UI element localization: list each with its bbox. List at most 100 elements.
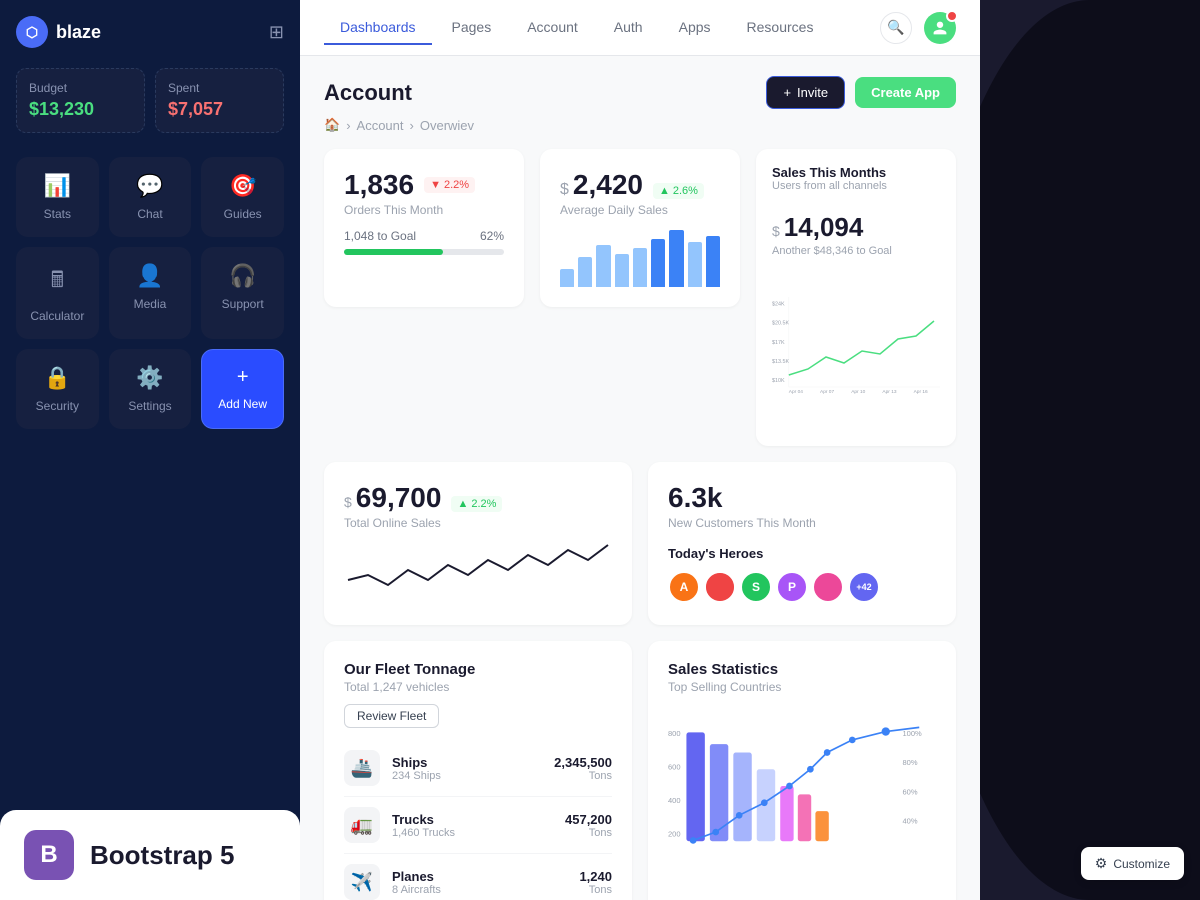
fleet-row-trucks: 🚛 Trucks 1,460 Trucks 457,200 Tons [344, 797, 612, 854]
daily-sales-prefix: $ [560, 181, 569, 199]
sidebar-item-security[interactable]: 🔒 Security [16, 349, 99, 429]
fleet-row-planes: ✈️ Planes 8 Aircrafts 1,240 Tons [344, 854, 612, 900]
svg-text:40%: 40% [903, 817, 918, 826]
svg-text:60%: 60% [903, 787, 918, 796]
page-title: Account [324, 80, 412, 106]
ships-value: 2,345,500 Tons [554, 755, 612, 782]
second-grid: $ 69,700 ▲ 2.2% Total Online Sales 6.3k [324, 462, 956, 625]
invite-button[interactable]: + Invite [766, 76, 845, 109]
svg-text:80%: 80% [903, 758, 918, 767]
sales-stats-card: Sales Statistics Top Selling Countries 8… [648, 641, 956, 900]
new-customers-card: 6.3k New Customers This Month Today's He… [648, 462, 956, 625]
sidebar-item-media-label: Media [134, 297, 167, 311]
daily-sales-chart [560, 227, 720, 287]
nav-link-pages[interactable]: Pages [436, 11, 508, 45]
sidebar-item-settings[interactable]: ⚙️ Settings [109, 349, 192, 429]
settings-icon: ⚙️ [136, 365, 163, 391]
nav-link-account[interactable]: Account [511, 11, 594, 45]
trucks-desc: 1,460 Trucks [392, 827, 455, 839]
online-sales-badge: ▲ 2.2% [451, 496, 502, 512]
ships-desc: 234 Ships [392, 770, 441, 782]
chat-icon: 💬 [136, 173, 163, 199]
hero-avatar-3: S [740, 571, 772, 603]
daily-sales-badge: ▲ 2.6% [653, 183, 704, 199]
top-nav-links: Dashboards Pages Account Auth Apps Resou… [324, 11, 829, 45]
sidebar-item-settings-label: Settings [128, 399, 171, 413]
stats-icon: 📊 [44, 173, 71, 199]
hero-avatar-more: +42 [848, 571, 880, 603]
customize-icon: ⚙ [1095, 855, 1108, 872]
breadcrumb-sep2: › [410, 118, 414, 133]
add-new-icon: + [237, 366, 249, 389]
orders-value: 1,836 [344, 169, 414, 201]
spent-value: $7,057 [168, 99, 271, 120]
svg-text:400: 400 [668, 796, 681, 805]
budget-value: $13,230 [29, 99, 132, 120]
breadcrumb-overwiev: Overwiev [420, 118, 474, 133]
orders-badge-arrow: ▼ [430, 179, 441, 191]
daily-sales-label: Average Daily Sales [560, 203, 720, 217]
trucks-name: Trucks [392, 812, 455, 827]
sidebar-item-support[interactable]: 🎧 Support [201, 247, 284, 339]
planes-value: 1,240 Tons [579, 869, 612, 896]
breadcrumb-home-icon: 🏠 [324, 117, 340, 133]
sidebar-item-guides[interactable]: 🎯 Guides [201, 157, 284, 237]
create-app-button[interactable]: Create App [855, 77, 956, 108]
svg-text:Apr 13: Apr 13 [882, 389, 896, 395]
sidebar-item-calculator[interactable]: 🖩 Calculator [16, 247, 99, 339]
sidebar-item-stats[interactable]: 📊 Stats [16, 157, 99, 237]
page-content: Account + Invite Create App 🏠 › Account … [300, 56, 980, 900]
sidebar-item-add-new[interactable]: + Add New [201, 349, 284, 429]
page-header-row: Account + Invite Create App [324, 76, 956, 109]
logo-icon: ⬡ [16, 16, 48, 48]
daily-sales-card: $ 2,420 ▲ 2.6% Average Daily Sales [540, 149, 740, 307]
logo-text: blaze [56, 22, 101, 43]
bottom-grid: Our Fleet Tonnage Total 1,247 vehicles R… [324, 641, 956, 900]
invite-plus-icon: + [783, 85, 791, 100]
heroes-title: Today's Heroes [668, 546, 936, 561]
hero-avatar-5 [812, 571, 844, 603]
sidebar-menu-icon[interactable]: ⊞ [269, 22, 284, 43]
hero-avatar-2 [704, 571, 736, 603]
hero-avatar-1: A [668, 571, 700, 603]
daily-sales-value: 2,420 [573, 169, 643, 201]
logo-area: ⬡ blaze [16, 16, 101, 48]
svg-text:$17K: $17K [772, 340, 785, 346]
review-fleet-button[interactable]: Review Fleet [344, 704, 439, 728]
page-actions: + Invite Create App [766, 76, 956, 109]
sidebar-item-chat[interactable]: 💬 Chat [109, 157, 192, 237]
trucks-value: 457,200 Tons [565, 812, 612, 839]
customize-button[interactable]: ⚙ Customize [1081, 847, 1184, 880]
nav-link-resources[interactable]: Resources [731, 11, 830, 45]
orders-badge: ▼ 2.2% [424, 177, 475, 193]
nav-link-dashboards[interactable]: Dashboards [324, 11, 432, 45]
online-sales-value: 69,700 [356, 482, 442, 514]
planes-icon: ✈️ [344, 864, 380, 900]
budget-row: Budget $13,230 Spent $7,057 [16, 68, 284, 133]
sales-stats-subtitle: Top Selling Countries [668, 680, 936, 694]
right-panel: ⚙ Customize [980, 0, 1200, 900]
security-icon: 🔒 [44, 365, 71, 391]
main-content: Dashboards Pages Account Auth Apps Resou… [300, 0, 980, 900]
planes-desc: 8 Aircrafts [392, 884, 441, 896]
calculator-icon: 🖩 [51, 263, 64, 301]
svg-text:600: 600 [668, 762, 681, 771]
progress-bar-fill [344, 249, 443, 255]
svg-text:Apr 04: Apr 04 [789, 389, 803, 395]
top-nav-right: 🔍 [880, 12, 956, 44]
svg-text:800: 800 [668, 729, 681, 738]
search-button[interactable]: 🔍 [880, 12, 912, 44]
orders-label: Orders This Month [344, 203, 504, 217]
user-avatar[interactable] [924, 12, 956, 44]
guides-icon: 🎯 [229, 173, 256, 199]
daily-sales-arrow: ▲ [659, 185, 670, 197]
stats-grid: 1,836 ▼ 2.2% Orders This Month 1,048 to … [324, 149, 956, 446]
svg-text:Apr 16: Apr 16 [914, 389, 928, 395]
bootstrap-icon: B [24, 830, 74, 880]
online-sales-card: $ 69,700 ▲ 2.2% Total Online Sales [324, 462, 632, 625]
nav-link-auth[interactable]: Auth [598, 11, 659, 45]
new-customers-value: 6.3k [668, 482, 723, 514]
sidebar-item-media[interactable]: 👤 Media [109, 247, 192, 339]
sidebar-item-guides-label: Guides [224, 207, 262, 221]
nav-link-apps[interactable]: Apps [663, 11, 727, 45]
